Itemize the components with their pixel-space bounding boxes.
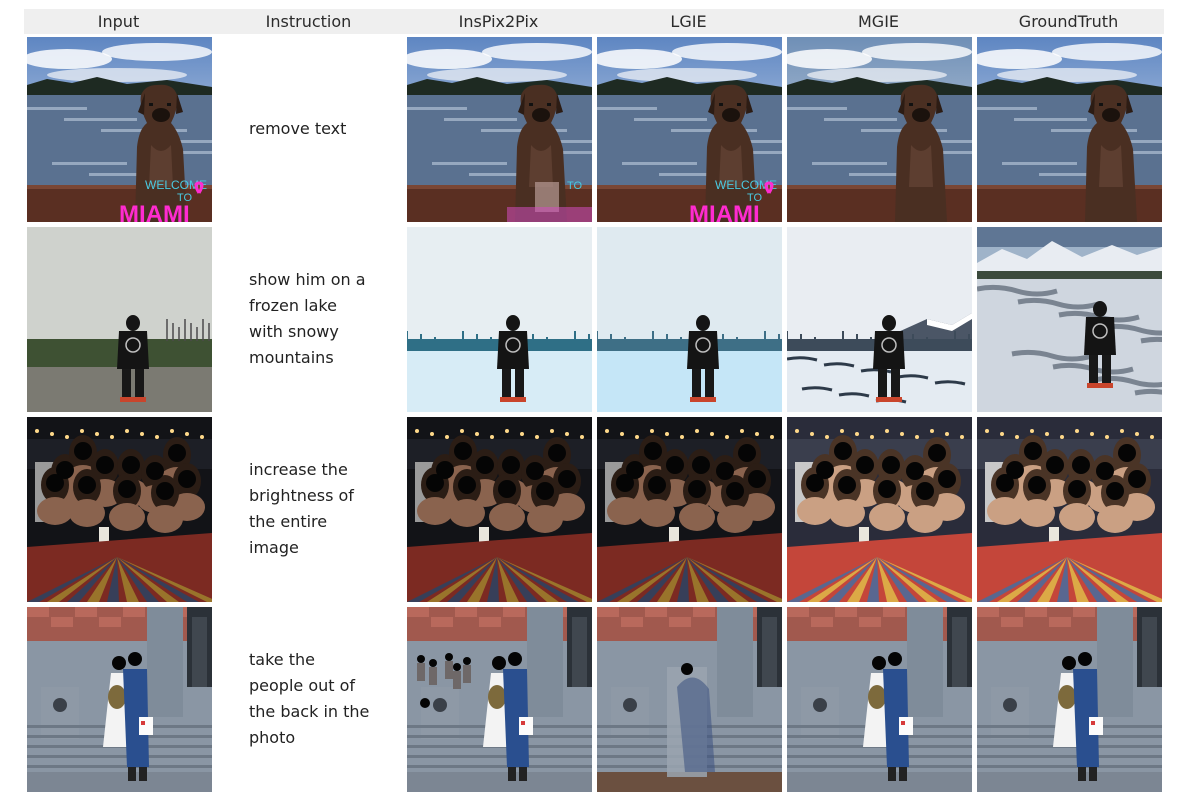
input-image-man-field [27,227,212,412]
groundtruth-image-couple-steps [977,607,1162,792]
mgie-image-group-bar [787,417,972,602]
inspix2pix-image-group-bar [407,417,592,602]
mgie-image-couple-steps [787,607,972,792]
inspix2pix-image-couple-steps [407,607,592,792]
groundtruth-image-man-field [977,227,1162,412]
instruction-line: take the [249,650,315,669]
header-input: Input [97,12,140,31]
instruction-line: the entire [249,512,328,531]
header-mgie: MGIE [857,12,900,31]
instruction-line: show him on a [249,270,366,289]
instruction-line: frozen lake [249,296,337,315]
instruction-text: increase the brightness of the entire image [249,457,389,561]
instruction-line: remove text [249,119,347,138]
instruction-text: take the people out of the back in the phot… [249,647,389,751]
groundtruth-image-group-bar [977,417,1162,602]
lgie-image-man-field [597,227,782,412]
instruction-line: image [249,538,299,557]
instruction-line: brightness of [249,486,354,505]
instruction-line: people out of [249,676,356,695]
header-bar: Input Instruction InsPix2Pix LGIE MGIE G… [24,9,1164,34]
instruction-line: photo [249,728,296,747]
input-image-couple-steps [27,607,212,792]
header-instruction: Instruction [265,12,352,31]
input-image-group-bar [27,417,212,602]
instruction-line: the back in the [249,702,370,721]
groundtruth-image-dog-lake [977,37,1162,222]
miami-text: MIAMI [689,201,760,222]
mgie-image-man-field [787,227,972,412]
instruction-line: with snowy [249,322,339,341]
comparison-figure: Input Instruction InsPix2Pix LGIE MGIE G… [0,0,1185,796]
inspix2pix-image-man-field [407,227,592,412]
lgie-image-couple-steps [597,607,782,792]
lgie-image-group-bar [597,417,782,602]
mgie-image-dog-lake [787,37,972,222]
inspix2pix-image-dog-lake: TO [407,37,592,222]
instruction-line: mountains [249,348,334,367]
instruction-text: show him on a frozen lake with snowy mounta… [249,267,389,371]
instruction-line: increase the [249,460,348,479]
instruction-text: remove text [249,116,389,142]
lgie-image-dog-lake: WELCOME TO MIAMI [597,37,782,222]
header-groundtruth: GroundTruth [1018,12,1119,31]
miami-text: MIAMI [119,201,190,222]
header-inspix2pix: InsPix2Pix [458,12,539,31]
input-image-dog-lake: WELCOME TO MIAMI [27,37,212,222]
svg-text:TO: TO [567,180,583,192]
header-lgie: LGIE [670,12,707,31]
